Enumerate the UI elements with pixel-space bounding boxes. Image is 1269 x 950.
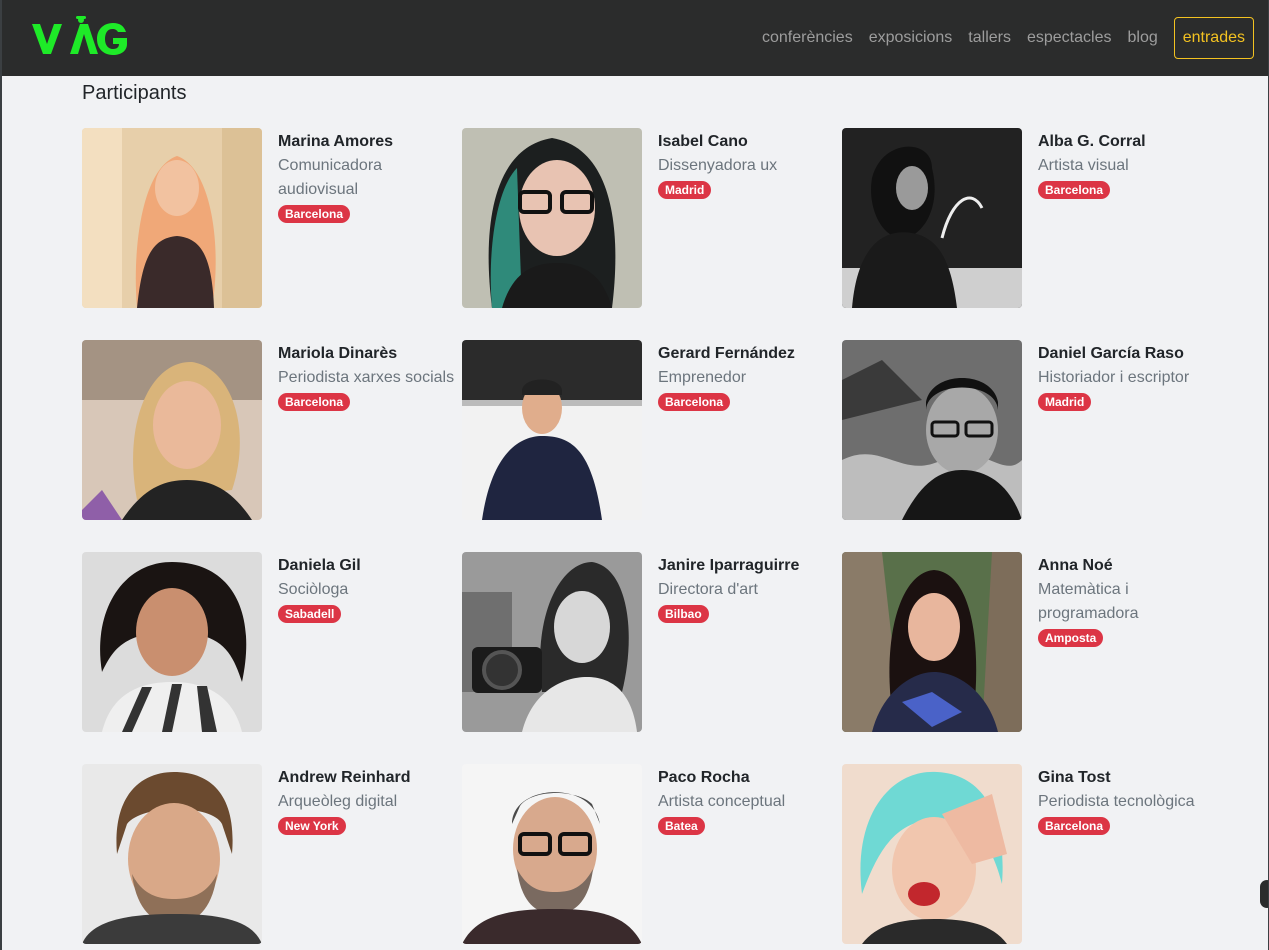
participant-photo[interactable] — [462, 764, 642, 944]
city-badge: Bilbao — [658, 605, 709, 623]
participant-role: Arqueòleg digital — [278, 793, 398, 810]
participant-info: Paco Rocha Artista conceptual Batea — [658, 764, 838, 835]
participant-role: Emprenedor — [658, 369, 747, 386]
participant-photo[interactable] — [462, 552, 642, 732]
participant-role: Directora d'art — [658, 581, 758, 598]
participant-role: Historiador i escriptor — [1038, 369, 1190, 386]
scroll-to-top-button[interactable] — [1260, 880, 1268, 908]
participant-name[interactable]: Anna Noé — [1038, 554, 1218, 578]
city-badge: Madrid — [1038, 393, 1092, 411]
participant-info: Janire Iparraguirre Directora d'art Bilb… — [658, 552, 838, 623]
participant-info: Marina Amores Comunicadora audiovisual B… — [278, 128, 458, 223]
participant-photo[interactable] — [82, 552, 262, 732]
participant-info: Gina Tost Periodista tecnològica Barcelo… — [1038, 764, 1218, 835]
city-badge: Barcelona — [1038, 817, 1111, 835]
participant-info: Daniel García Raso Historiador i escript… — [1038, 340, 1218, 411]
participant-name[interactable]: Andrew Reinhard — [278, 766, 458, 790]
city-badge: Barcelona — [1038, 181, 1111, 199]
participant-name[interactable]: Mariola Dinarès — [278, 342, 458, 366]
nav-blog[interactable]: blog — [1127, 17, 1157, 59]
participant-role: Sociòloga — [278, 581, 349, 598]
participant-card[interactable]: Paco Rocha Artista conceptual Batea — [462, 764, 842, 950]
participant-info: Daniela Gil Sociòloga Sabadell — [278, 552, 458, 623]
nav-conferencies[interactable]: conferències — [762, 17, 853, 59]
city-badge: New York — [278, 817, 346, 835]
participant-name[interactable]: Gerard Fernández — [658, 342, 838, 366]
city-badge: Amposta — [1038, 629, 1104, 647]
participant-name[interactable]: Daniel García Raso — [1038, 342, 1218, 366]
participant-photo[interactable] — [842, 340, 1022, 520]
participant-card[interactable]: Mariola Dinarès Periodista xarxes social… — [82, 340, 462, 552]
tickets-button[interactable]: entrades — [1173, 17, 1254, 59]
city-badge: Barcelona — [278, 205, 351, 223]
participant-role: Artista visual — [1038, 157, 1129, 174]
participant-card[interactable]: Andrew Reinhard Arqueòleg digital New Yo… — [82, 764, 462, 950]
participant-info: Gerard Fernández Emprenedor Barcelona — [658, 340, 838, 411]
participant-card[interactable]: Gina Tost Periodista tecnològica Barcelo… — [842, 764, 1222, 950]
participant-name[interactable]: Daniela Gil — [278, 554, 458, 578]
participant-photo[interactable] — [842, 552, 1022, 732]
participant-card[interactable]: Daniela Gil Sociòloga Sabadell — [82, 552, 462, 764]
nav-tallers[interactable]: tallers — [968, 17, 1011, 59]
participant-photo[interactable] — [462, 128, 642, 308]
participant-name[interactable]: Paco Rocha — [658, 766, 838, 790]
participant-card[interactable]: Janire Iparraguirre Directora d'art Bilb… — [462, 552, 842, 764]
section-title: Participants — [82, 82, 187, 104]
participant-name[interactable]: Janire Iparraguirre — [658, 554, 838, 578]
top-navbar: conferències exposicions tallers especta… — [2, 0, 1268, 76]
participant-name[interactable]: Isabel Cano — [658, 130, 838, 154]
participant-card[interactable]: Gerard Fernández Emprenedor Barcelona — [462, 340, 842, 552]
participant-info: Alba G. Corral Artista visual Barcelona — [1038, 128, 1218, 199]
city-badge: Batea — [658, 817, 705, 835]
nav-espectacles[interactable]: espectacles — [1027, 17, 1112, 59]
city-badge: Madrid — [658, 181, 712, 199]
city-badge: Barcelona — [658, 393, 731, 411]
participant-card[interactable]: Anna Noé Matemàtica i programadora Ampos… — [842, 552, 1222, 764]
participant-name[interactable]: Alba G. Corral — [1038, 130, 1218, 154]
participant-photo[interactable] — [842, 128, 1022, 308]
city-badge: Barcelona — [278, 393, 351, 411]
participant-role: Matemàtica i programadora — [1038, 581, 1139, 622]
participant-info: Anna Noé Matemàtica i programadora Ampos… — [1038, 552, 1218, 647]
participants-grid: Marina Amores Comunicadora audiovisual B… — [82, 128, 1222, 950]
participant-info: Isabel Cano Dissenyadora ux Madrid — [658, 128, 838, 199]
participant-info: Andrew Reinhard Arqueòleg digital New Yo… — [278, 764, 458, 835]
participant-photo[interactable] — [82, 128, 262, 308]
participant-role: Periodista tecnològica — [1038, 793, 1195, 810]
nav-exposicions[interactable]: exposicions — [869, 17, 953, 59]
vag-logo[interactable] — [30, 14, 130, 58]
participant-role: Periodista xarxes socials — [278, 369, 455, 386]
participant-card[interactable]: Marina Amores Comunicadora audiovisual B… — [82, 128, 462, 340]
page: conferències exposicions tallers especta… — [0, 0, 1269, 950]
participant-info: Mariola Dinarès Periodista xarxes social… — [278, 340, 458, 411]
participant-photo[interactable] — [82, 340, 262, 520]
participant-photo[interactable] — [462, 340, 642, 520]
participant-card[interactable]: Daniel García Raso Historiador i escript… — [842, 340, 1222, 552]
participant-photo[interactable] — [842, 764, 1022, 944]
participant-role: Comunicadora audiovisual — [278, 157, 383, 198]
main-nav: conferències exposicions tallers especta… — [762, 17, 1254, 59]
participant-card[interactable]: Alba G. Corral Artista visual Barcelona — [842, 128, 1222, 340]
participant-name[interactable]: Gina Tost — [1038, 766, 1218, 790]
city-badge: Sabadell — [278, 605, 342, 623]
participant-card[interactable]: Isabel Cano Dissenyadora ux Madrid — [462, 128, 842, 340]
participant-role: Artista conceptual — [658, 793, 786, 810]
participant-photo[interactable] — [82, 764, 262, 944]
participant-role: Dissenyadora ux — [658, 157, 778, 174]
participant-name[interactable]: Marina Amores — [278, 130, 458, 154]
